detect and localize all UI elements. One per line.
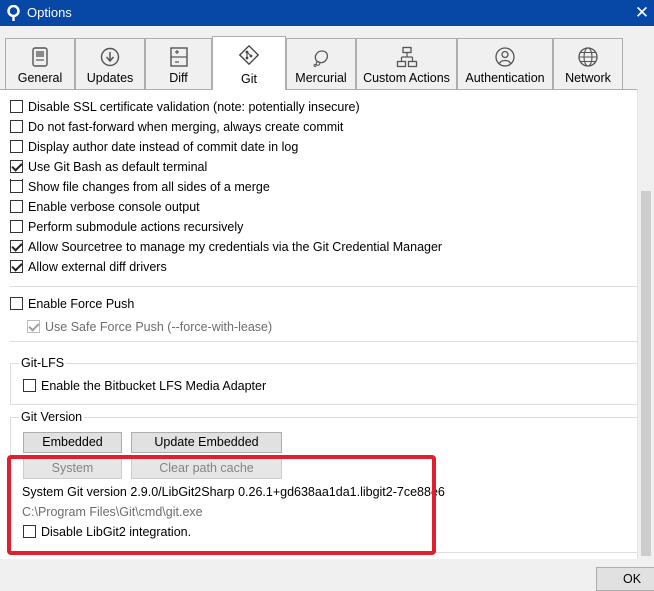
title-bar: Options ✕ bbox=[0, 0, 654, 26]
checkbox[interactable] bbox=[10, 100, 23, 113]
git-options-panel: Disable SSL certificate validation (note… bbox=[0, 89, 654, 559]
system-button[interactable]: System bbox=[23, 458, 122, 479]
embedded-button[interactable]: Embedded bbox=[23, 432, 122, 453]
tab-git[interactable]: Git bbox=[212, 36, 286, 90]
option-force-push[interactable]: Enable Force Push bbox=[10, 295, 134, 313]
option-verbose-console[interactable]: Enable verbose console output bbox=[10, 198, 200, 216]
option-disable-ssl[interactable]: Disable SSL certificate validation (note… bbox=[10, 98, 360, 116]
option-label: Do not fast-forward when merging, always… bbox=[28, 120, 344, 134]
checkbox[interactable] bbox=[10, 160, 23, 173]
option-submodule-recursive[interactable]: Perform submodule actions recursively bbox=[10, 218, 243, 236]
option-disable-libgit2[interactable]: Disable LibGit2 integration. bbox=[23, 523, 191, 541]
tab-mercurial[interactable]: Mercurial bbox=[286, 38, 356, 89]
git-path-text: C:\Program Files\Git\cmd\git.exe bbox=[22, 505, 203, 519]
window-title: Options bbox=[27, 5, 72, 20]
option-label: Show file changes from all sides of a me… bbox=[28, 180, 270, 194]
checkbox[interactable] bbox=[10, 220, 23, 233]
checkbox[interactable] bbox=[23, 525, 36, 538]
diff-icon bbox=[169, 47, 188, 67]
git-version-group: Git Version Embedded Update Embedded Sys… bbox=[10, 410, 640, 553]
network-icon bbox=[578, 47, 598, 67]
checkbox[interactable] bbox=[10, 240, 23, 253]
option-label: Use Git Bash as default terminal bbox=[28, 160, 208, 174]
option-no-fast-forward[interactable]: Do not fast-forward when merging, always… bbox=[10, 118, 343, 136]
option-label: Display author date instead of commit da… bbox=[28, 140, 299, 154]
tab-label: Diff bbox=[169, 71, 188, 85]
option-credential-manager[interactable]: Allow Sourcetree to manage my credential… bbox=[10, 238, 442, 256]
checkbox[interactable] bbox=[10, 200, 23, 213]
vertical-scrollbar[interactable] bbox=[637, 89, 654, 559]
option-label: Allow external diff drivers bbox=[28, 260, 167, 274]
option-label: Disable SSL certificate validation (note… bbox=[28, 100, 360, 114]
checkbox[interactable] bbox=[23, 379, 36, 392]
option-git-bash-terminal[interactable]: Use Git Bash as default terminal bbox=[10, 158, 207, 176]
authentication-icon bbox=[495, 47, 515, 67]
option-label: Disable LibGit2 integration. bbox=[41, 525, 192, 539]
git-icon bbox=[238, 44, 260, 66]
separator bbox=[10, 341, 640, 342]
checkbox[interactable] bbox=[10, 297, 23, 310]
tab-label: Mercurial bbox=[295, 71, 347, 85]
group-title: Git-LFS bbox=[19, 356, 67, 370]
checkbox bbox=[27, 320, 40, 333]
checkbox[interactable] bbox=[10, 180, 23, 193]
clear-path-cache-button[interactable]: Clear path cache bbox=[131, 458, 282, 479]
tab-label: Custom Actions bbox=[363, 71, 450, 85]
option-label: Enable verbose console output bbox=[28, 200, 200, 214]
tab-authentication[interactable]: Authentication bbox=[457, 38, 553, 89]
option-label: Enable the Bitbucket LFS Media Adapter bbox=[41, 379, 267, 393]
checkbox[interactable] bbox=[10, 120, 23, 133]
tab-label: Updates bbox=[86, 71, 134, 85]
option-safe-force-push: Use Safe Force Push (--force-with-lease) bbox=[27, 318, 272, 336]
checkbox[interactable] bbox=[10, 140, 23, 153]
update-embedded-button[interactable]: Update Embedded bbox=[131, 432, 282, 453]
separator bbox=[10, 286, 640, 287]
tab-network[interactable]: Network bbox=[553, 38, 623, 89]
updates-icon bbox=[100, 47, 120, 67]
ok-button[interactable]: OK bbox=[596, 567, 654, 591]
option-label: Enable Force Push bbox=[28, 297, 135, 311]
group-title: Git Version bbox=[19, 410, 85, 424]
option-lfs-media-adapter[interactable]: Enable the Bitbucket LFS Media Adapter bbox=[23, 377, 266, 395]
git-version-text: System Git version 2.9.0/LibGit2Sharp 0.… bbox=[22, 485, 445, 499]
tab-label: General bbox=[17, 71, 63, 85]
tab-general[interactable]: General bbox=[5, 38, 75, 89]
checkbox[interactable] bbox=[10, 260, 23, 273]
close-icon[interactable]: ✕ bbox=[632, 3, 652, 23]
tab-label: Network bbox=[565, 71, 611, 85]
sourcetree-logo-icon bbox=[7, 5, 20, 21]
tab-custom-actions[interactable]: Custom Actions bbox=[356, 38, 457, 89]
option-label: Allow Sourcetree to manage my credential… bbox=[28, 240, 443, 254]
general-icon bbox=[32, 47, 48, 67]
scrollbar-thumb[interactable] bbox=[641, 191, 651, 556]
option-author-date[interactable]: Display author date instead of commit da… bbox=[10, 138, 298, 156]
option-external-diff-drivers[interactable]: Allow external diff drivers bbox=[10, 258, 167, 276]
option-merge-file-changes[interactable]: Show file changes from all sides of a me… bbox=[10, 178, 270, 196]
mercurial-icon bbox=[313, 50, 329, 67]
option-label: Perform submodule actions recursively bbox=[28, 220, 244, 234]
tab-label: Git bbox=[241, 72, 257, 86]
custom-actions-icon bbox=[396, 46, 417, 68]
tab-strip: General Updates Diff Git Mercurial Custo… bbox=[0, 36, 654, 90]
git-lfs-group: Git-LFS Enable the Bitbucket LFS Media A… bbox=[10, 356, 640, 405]
tab-diff[interactable]: Diff bbox=[145, 38, 212, 89]
tab-label: Authentication bbox=[465, 71, 545, 85]
option-label: Use Safe Force Push (--force-with-lease) bbox=[45, 320, 273, 334]
tab-updates[interactable]: Updates bbox=[75, 38, 145, 89]
